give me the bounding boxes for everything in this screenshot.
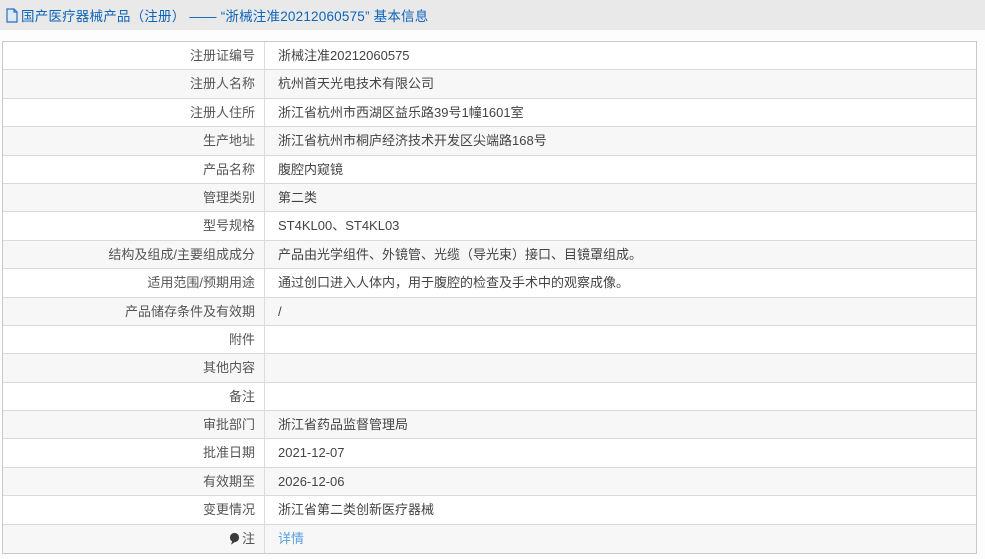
row-label-text: 批准日期 — [202, 445, 255, 461]
table-row: 注 详情 — [3, 524, 976, 554]
row-label: 结构及组成/主要组成成分 — [3, 240, 265, 269]
table-row: 管理类别 第二类 — [3, 183, 976, 213]
table-row: 型号规格 ST4KL00、ST4KL03 — [3, 212, 976, 241]
detail-link[interactable]: 详情 — [278, 525, 304, 552]
row-value: 浙江省杭州市桐庐经济技术开发区尖端路168号 — [265, 127, 976, 154]
row-value: 第二类 — [265, 184, 976, 211]
row-label-text: 附件 — [228, 331, 255, 347]
row-label-text: 变更情况 — [202, 502, 255, 518]
row-value: 产品由光学组件、外镜管、光缆（导光束）接口、目镜罩组成。 — [265, 241, 976, 268]
row-label: 变更情况 — [3, 496, 265, 524]
note-bulb-icon — [229, 532, 240, 546]
row-value-text: 浙江省杭州市桐庐经济技术开发区尖端路168号 — [278, 133, 547, 149]
table-row: 产品名称 腹腔内窥镜 — [3, 155, 976, 184]
row-value: 浙江省药品监督管理局 — [265, 411, 976, 438]
row-label-text: 备注 — [228, 388, 255, 404]
row-label: 生产地址 — [3, 127, 265, 155]
row-value — [265, 383, 976, 410]
row-label-text: 结构及组成/主要组成成分 — [108, 246, 255, 262]
row-value: 浙械注准20212060575 — [265, 42, 976, 69]
document-icon — [5, 7, 18, 23]
table-row: 注册人名称 杭州首天光电技术有限公司 — [3, 70, 976, 99]
row-value: 2021-12-07 — [265, 439, 976, 466]
table-row: 审批部门 浙江省药品监督管理局 — [3, 411, 976, 440]
row-label: 型号规格 — [3, 212, 265, 240]
table-row: 备注 — [3, 382, 976, 412]
row-label-text: 其他内容 — [202, 360, 255, 376]
table-row: 产品储存条件及有效期 / — [3, 297, 976, 326]
row-value-text: 浙江省药品监督管理局 — [278, 417, 409, 433]
row-value-text: 腹腔内窥镜 — [278, 161, 344, 177]
row-label: 注册人名称 — [3, 70, 265, 98]
row-label: 注册人住所 — [3, 98, 265, 127]
row-value-text: ST4KL00、ST4KL03 — [278, 218, 400, 234]
table-row: 生产地址 浙江省杭州市桐庐经济技术开发区尖端路168号 — [3, 127, 976, 156]
row-value-text: / — [278, 303, 282, 319]
row-label-text: 注 — [241, 531, 255, 547]
row-value-text: 通过创口进入人体内，用于腹腔的检查及手术中的观察成像。 — [278, 275, 630, 291]
table-row: 变更情况 浙江省第二类创新医疗器械 — [3, 496, 976, 525]
row-label-text: 型号规格 — [202, 218, 255, 234]
row-label: 附件 — [3, 325, 265, 354]
row-label: 产品储存条件及有效期 — [3, 297, 265, 325]
row-value-text: 2026-12-06 — [278, 473, 345, 489]
row-label: 产品名称 — [3, 155, 265, 183]
row-label-text: 生产地址 — [202, 133, 255, 149]
row-label: 有效期至 — [3, 467, 265, 496]
row-value: 通过创口进入人体内，用于腹腔的检查及手术中的观察成像。 — [265, 269, 976, 296]
row-label-text: 管理类别 — [202, 189, 255, 205]
header-bar: 国产医疗器械产品（注册） —— “浙械注准20212060575” 基本信息 — [0, 0, 985, 30]
row-label-text: 注册人住所 — [189, 104, 255, 120]
row-label-text: 产品名称 — [202, 161, 255, 177]
row-label: 批准日期 — [3, 439, 265, 467]
row-label-text: 注册人名称 — [189, 76, 255, 92]
row-label-text: 产品储存条件及有效期 — [124, 303, 255, 319]
row-value: 2026-12-06 — [265, 468, 976, 495]
table-row: 注册人住所 浙江省杭州市西湖区益乐路39号1幢1601室 — [3, 98, 976, 128]
row-value-text: 浙械注准20212060575 — [278, 48, 410, 63]
row-value-text: 浙江省第二类创新医疗器械 — [278, 502, 435, 518]
row-label: 其他内容 — [3, 354, 265, 382]
row-value: ST4KL00、ST4KL03 — [265, 212, 976, 239]
table-row: 结构及组成/主要组成成分 产品由光学组件、外镜管、光缆（导光束）接口、目镜罩组成。 — [3, 240, 976, 270]
row-label-text: 适用范围/预期用途 — [147, 275, 255, 291]
row-value: 详情 — [265, 525, 976, 553]
table-row: 适用范围/预期用途 通过创口进入人体内，用于腹腔的检查及手术中的观察成像。 — [3, 269, 976, 298]
row-value — [265, 354, 976, 381]
row-label: 审批部门 — [3, 411, 265, 439]
page-title: 国产医疗器械产品（注册） —— “浙械注准20212060575” 基本信息 — [21, 9, 429, 24]
row-value-text: 产品由光学组件、外镜管、光缆（导光束）接口、目镜罩组成。 — [278, 246, 643, 262]
row-value-text: 浙江省杭州市西湖区益乐路39号1幢1601室 — [278, 104, 524, 120]
row-value: / — [265, 298, 976, 325]
row-value: 腹腔内窥镜 — [265, 156, 976, 183]
table-row: 其他内容 — [3, 354, 976, 383]
table-row: 批准日期 2021-12-07 — [3, 439, 976, 468]
row-label-text: 注册证编号 — [189, 48, 255, 63]
row-label: 注册证编号 — [3, 42, 265, 70]
row-value-text: 杭州首天光电技术有限公司 — [278, 76, 435, 92]
row-value — [265, 326, 976, 353]
row-value: 浙江省第二类创新医疗器械 — [265, 496, 976, 523]
table-row: 注册证编号 浙械注准20212060575 — [3, 42, 976, 71]
row-label: 适用范围/预期用途 — [3, 269, 265, 297]
row-value: 杭州首天光电技术有限公司 — [265, 70, 976, 97]
row-label-text: 审批部门 — [202, 417, 255, 433]
table-row: 附件 — [3, 325, 976, 355]
info-table: 注册证编号 浙械注准20212060575 注册人名称 杭州首天光电技术有限公司 注册人… — [2, 41, 977, 555]
row-label: 管理类别 — [3, 183, 265, 212]
row-value-text: 第二类 — [278, 189, 318, 205]
row-value: 浙江省杭州市西湖区益乐路39号1幢1601室 — [265, 99, 976, 126]
table-row: 有效期至 2026-12-06 — [3, 467, 976, 497]
row-label: 备注 — [3, 382, 265, 411]
row-label: 注 — [3, 524, 265, 554]
row-value-text: 2021-12-07 — [278, 445, 345, 461]
row-label-text: 有效期至 — [202, 473, 255, 489]
